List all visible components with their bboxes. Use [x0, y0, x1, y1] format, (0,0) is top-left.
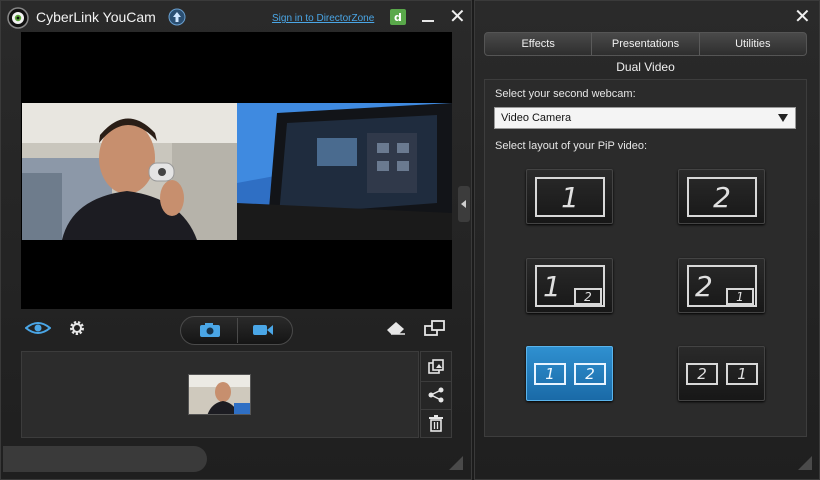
panel-tabs: Effects Presentations Utilities: [484, 32, 807, 56]
layout-option-2[interactable]: 2: [678, 169, 765, 224]
tab-effects[interactable]: Effects: [485, 33, 593, 55]
video-camera-icon[interactable]: [252, 323, 274, 337]
gallery-tool-divider: [421, 381, 451, 382]
window-switch-icon[interactable]: [424, 320, 446, 336]
eraser-icon[interactable]: [385, 321, 407, 335]
layout-pip-label: 1: [726, 288, 754, 305]
eye-icon[interactable]: [25, 320, 51, 336]
webcam-select[interactable]: Video Camera: [494, 107, 796, 129]
layout-main-label: 2: [687, 177, 757, 217]
panel-collapse-handle[interactable]: [458, 186, 470, 222]
section-title: Dual Video: [616, 60, 675, 74]
layout-main-label: 1: [535, 177, 605, 217]
webcam-select-value: Video Camera: [501, 112, 572, 124]
gear-icon[interactable]: [68, 319, 86, 337]
camera-icon[interactable]: [199, 322, 221, 338]
layout-right-label: 1: [726, 363, 758, 385]
panel-close-button[interactable]: ✕: [794, 7, 811, 27]
director-zone-icon[interactable]: d: [390, 9, 406, 25]
upgrade-icon[interactable]: [168, 8, 186, 26]
status-bar: [3, 446, 207, 472]
gallery-tool-divider: [421, 409, 451, 410]
svg-text:d: d: [394, 11, 402, 24]
layout-left-label: 2: [686, 363, 718, 385]
layers-icon[interactable]: [427, 358, 445, 376]
resize-grip-icon[interactable]: [796, 454, 812, 470]
resize-grip-icon[interactable]: [447, 454, 463, 470]
layout-option-3[interactable]: 1 2: [526, 258, 613, 313]
layout-option-4[interactable]: 2 1: [678, 258, 765, 313]
webcam-feed-primary: [22, 103, 237, 240]
dropdown-arrow-icon: [778, 114, 788, 122]
minimize-button[interactable]: [422, 20, 434, 22]
webcam-feed-secondary: [237, 103, 452, 240]
share-icon[interactable]: [427, 386, 445, 404]
youcam-logo-icon: [7, 7, 29, 29]
gallery-thumbnail[interactable]: [188, 374, 251, 415]
trash-icon[interactable]: [428, 415, 444, 432]
layout-pip-label: 2: [574, 288, 602, 305]
chevron-left-icon: [461, 200, 466, 208]
app-title: CyberLink YouCam: [36, 9, 156, 25]
capture-divider: [237, 318, 238, 343]
director-zone-link[interactable]: Sign in to DirectorZone: [272, 13, 374, 24]
layout-left-label: 1: [534, 363, 566, 385]
webcam-select-label: Select your second webcam:: [495, 88, 636, 100]
layout-right-label: 2: [574, 363, 606, 385]
tab-presentations[interactable]: Presentations: [592, 33, 700, 55]
tab-utilities[interactable]: Utilities: [700, 33, 806, 55]
layout-option-5[interactable]: 1 2: [526, 346, 613, 401]
close-button[interactable]: ✕: [449, 7, 466, 27]
layout-option-6[interactable]: 2 1: [678, 346, 765, 401]
layout-label: Select layout of your PiP video:: [495, 140, 648, 152]
layout-option-1[interactable]: 1: [526, 169, 613, 224]
